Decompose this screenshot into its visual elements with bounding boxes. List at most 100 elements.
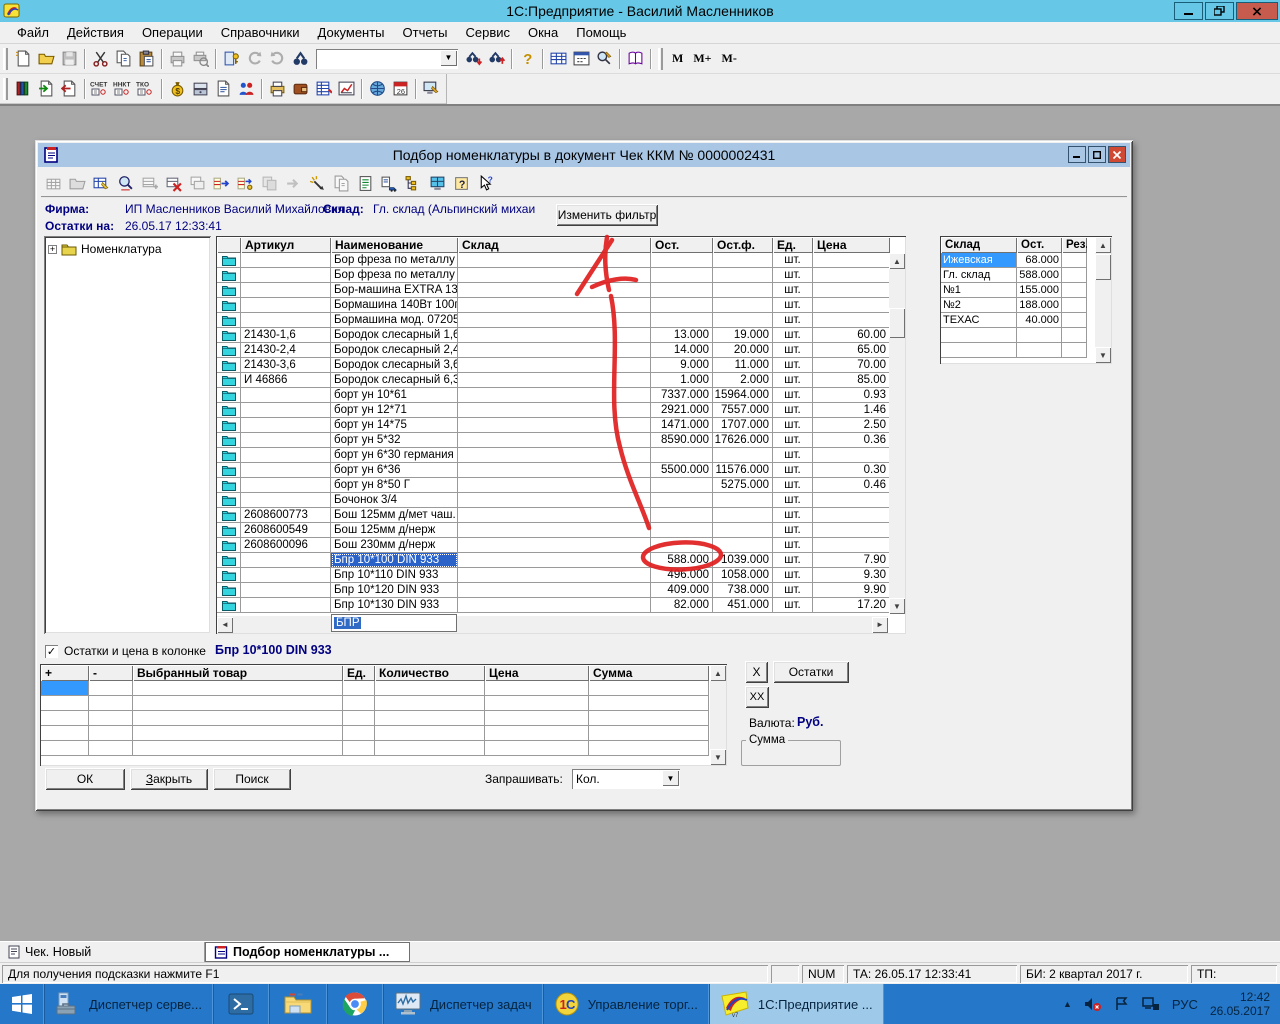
schet-doc-icon[interactable]: СЧЕТ [89,78,112,100]
cell[interactable]: ТЕХАС [941,313,1017,328]
wh-col-header-Ост.[interactable]: Ост. [1017,237,1062,253]
cell[interactable] [713,283,773,298]
cell[interactable]: Бор фреза по металлу ( [331,253,458,268]
selected-items-row[interactable] [41,696,726,711]
cell[interactable]: 7337.000 [651,388,713,403]
cell[interactable] [813,313,890,328]
cell[interactable]: борт ун 12*71 [331,403,458,418]
ok-button[interactable]: ОК [45,768,125,790]
restore-button[interactable] [1205,2,1234,20]
cell[interactable]: шт. [773,508,813,523]
cell[interactable] [651,538,713,553]
cell[interactable] [241,463,331,478]
table-grid-icon[interactable] [547,48,570,70]
cell[interactable]: 15964.000 [713,388,773,403]
cell[interactable]: борт ун 6*30 германия [331,448,458,463]
cell[interactable]: 9.30 [813,568,890,583]
table-row[interactable]: Бочонок 3/4шт. [217,493,905,508]
cell[interactable] [458,448,651,463]
tree-expand-icon[interactable]: + [48,245,57,254]
cell[interactable] [458,523,651,538]
cell[interactable]: шт. [773,433,813,448]
memory-button-Мminus[interactable]: М- [717,49,742,68]
cell[interactable]: борт ун 6*36 [331,463,458,478]
mdi-tab-podbor[interactable]: Подбор номенклатуры ... [205,942,410,962]
cell[interactable]: шт. [773,268,813,283]
cell[interactable]: 11.000 [713,358,773,373]
cell[interactable]: 0.30 [813,463,890,478]
exit-key-icon[interactable] [220,48,243,70]
cell[interactable]: 21430-2,4 [241,343,331,358]
cell[interactable]: 21430-1,6 [241,328,331,343]
cell[interactable]: Бородок слесарный 2,4 [331,343,458,358]
folder-icon[interactable] [217,478,241,493]
cell[interactable] [1062,268,1087,283]
cell[interactable]: Бормашина мод. 07205 [331,313,458,328]
menu-действия[interactable]: Действия [58,22,133,43]
cell[interactable] [458,283,651,298]
cell[interactable] [458,403,651,418]
cell[interactable] [89,711,133,726]
cell[interactable]: борт ун 14*75 [331,418,458,433]
cell[interactable] [1062,328,1087,343]
folder-icon[interactable] [217,313,241,328]
cell[interactable]: 155.000 [1017,283,1062,298]
products-hscroll[interactable]: ◄ ► [217,616,888,633]
cell[interactable] [41,711,89,726]
cell[interactable] [89,681,133,696]
table-edit-icon[interactable] [89,172,113,194]
toolbar-search-combobox[interactable]: ▼ [316,49,458,69]
cell[interactable] [1017,328,1062,343]
table-row[interactable]: Бор фреза по металлу ( шт. [217,253,905,268]
cell[interactable] [813,298,890,313]
cell[interactable]: Бпр 10*110 DIN 933 [331,568,458,583]
selected-items-row[interactable] [41,711,726,726]
cell[interactable]: 2921.000 [651,403,713,418]
folder-icon[interactable] [217,268,241,283]
memory-button-М[interactable]: М [667,49,688,68]
col-header-Ед.[interactable]: Ед. [773,237,813,253]
cell[interactable] [713,253,773,268]
cell[interactable] [485,681,589,696]
row-delete-red-icon[interactable] [161,172,185,194]
cell[interactable]: шт. [773,313,813,328]
cell[interactable] [241,598,331,613]
cell[interactable]: Бпр 10*100 DIN 933 [331,553,458,568]
cell[interactable]: шт. [773,253,813,268]
cell[interactable]: 0.46 [813,478,890,493]
cell[interactable]: шт. [773,418,813,433]
cell[interactable] [651,253,713,268]
cell[interactable] [485,711,589,726]
cell[interactable]: Бородок слесарный 6,3 [331,373,458,388]
cell[interactable] [458,298,651,313]
folder-icon[interactable] [217,298,241,313]
wh-col-header-Рез.[interactable]: Рез. [1062,237,1087,253]
close-dialog-button[interactable]: Закрыть [130,768,208,790]
cell[interactable]: 588.000 [651,553,713,568]
cell[interactable]: 20.000 [713,343,773,358]
table-row[interactable]: борт ун 6*30 германияшт. [217,448,905,463]
cell[interactable] [1062,343,1087,358]
cell[interactable]: шт. [773,568,813,583]
cell[interactable] [241,313,331,328]
cell[interactable]: Бормашина 140Вт 100п [331,298,458,313]
cell[interactable] [89,696,133,711]
taskbar-clock[interactable]: 12:42 26.05.2017 [1210,990,1270,1018]
cell[interactable]: 70.00 [813,358,890,373]
cell[interactable]: шт. [773,583,813,598]
selected-items-row[interactable] [41,741,726,756]
sel-col-header--[interactable]: - [89,665,133,681]
taskbar-app-onec-trade[interactable]: 1СУправление торг... [543,984,709,1024]
delete-row-button[interactable]: X [745,661,768,683]
cell[interactable] [41,741,89,756]
warehouse-row[interactable]: Гл. склад588.000 [941,268,1111,283]
cell[interactable] [343,711,375,726]
cell[interactable]: Ижевская [941,253,1017,268]
monitor-table-icon[interactable] [425,172,449,194]
table-row[interactable]: Бормашина 140Вт 100пшт. [217,298,905,313]
cell[interactable]: шт. [773,358,813,373]
cell[interactable] [589,696,709,711]
warehouse-row[interactable]: Ижевская68.000 [941,253,1111,268]
cell[interactable]: 17.20 [813,598,890,613]
table-row[interactable]: борт ун 10*617337.00015964.000шт.0.93 [217,388,905,403]
